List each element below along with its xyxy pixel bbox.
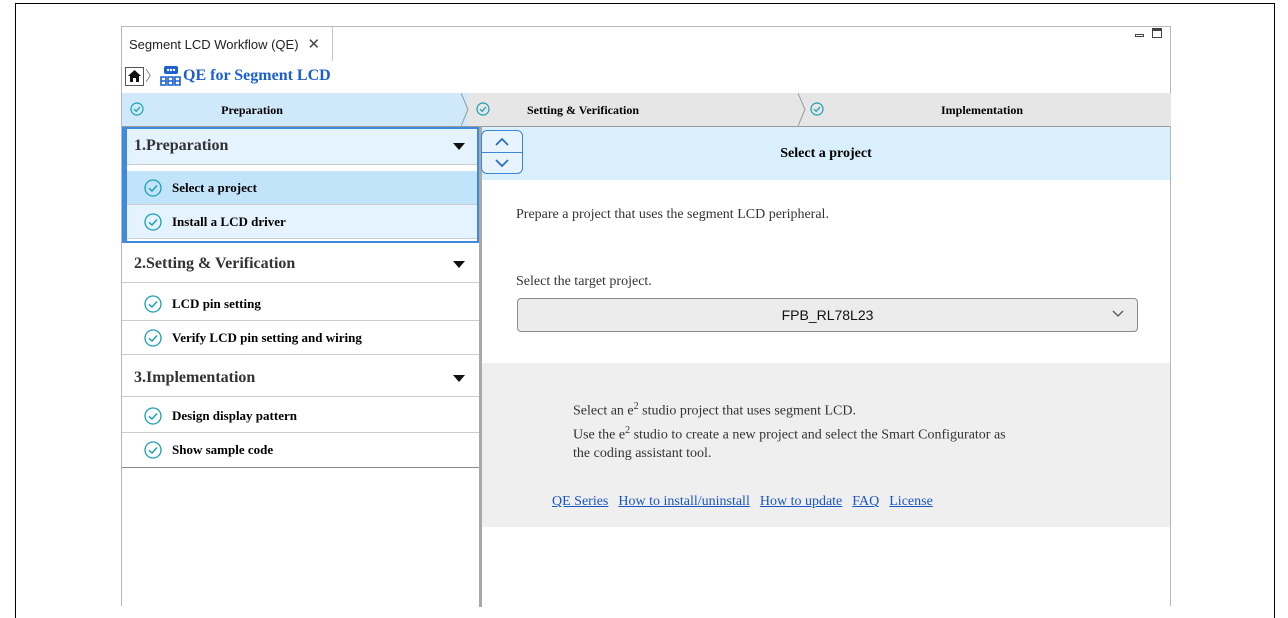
target-project-select[interactable]: FPB_RL78L23 <box>517 298 1138 332</box>
page-title: Select a project <box>780 145 872 161</box>
section-title: 3.Implementation <box>134 368 256 386</box>
step-implementation[interactable]: Implementation <box>802 93 1171 126</box>
content-header: Select a project <box>482 127 1170 180</box>
qe-view-window: Segment LCD Workflow (QE) ✕ 〉 QE for Seg… <box>121 26 1171 607</box>
info-text-line: studio to create a new project and selec… <box>630 427 1006 443</box>
check-circle-icon <box>144 328 162 347</box>
step-setting-verification[interactable]: Setting & Verification <box>468 93 802 126</box>
section-header-implementation[interactable]: 3.Implementation <box>122 359 479 397</box>
breadcrumb-separator: 〉 <box>145 68 159 84</box>
sidebar-item-show-sample-code[interactable]: Show sample code <box>122 433 479 467</box>
breadcrumb-title[interactable]: QE for Segment LCD <box>183 67 331 85</box>
info-text-line: Select an e <box>573 403 634 419</box>
sidebar-item-select-project[interactable]: Select a project <box>122 171 479 205</box>
step-description: Prepare a project that uses the segment … <box>516 207 829 222</box>
section-title: 1.Preparation <box>134 136 229 154</box>
help-links: QE Series How to install/uninstall How t… <box>552 494 933 510</box>
step-divider-icon <box>461 93 475 126</box>
link-how-to-update[interactable]: How to update <box>760 494 842 510</box>
home-icon <box>128 70 141 82</box>
sidebar-item-install-lcd-driver[interactable]: Install a LCD driver <box>122 205 479 239</box>
step-preparation[interactable]: Preparation <box>122 93 468 126</box>
section-header-preparation[interactable]: 1.Preparation <box>122 127 479 165</box>
chevron-up-icon <box>495 137 509 146</box>
step-divider-icon <box>798 93 806 126</box>
link-install-uninstall[interactable]: How to install/uninstall <box>618 494 749 510</box>
section-header-setting-verification[interactable]: 2.Setting & Verification <box>122 245 479 283</box>
sidebar-item-verify-lcd-pin[interactable]: Verify LCD pin setting and wiring <box>122 321 479 355</box>
info-text-line: studio project that uses segment LCD. <box>638 403 856 419</box>
info-box: Select an e2 studio project that uses se… <box>482 363 1170 527</box>
view-tab-title: Segment LCD Workflow (QE) <box>129 36 299 52</box>
close-icon[interactable]: ✕ <box>308 35 321 53</box>
next-step-button[interactable] <box>482 153 522 173</box>
sidebar-item-label: Install a LCD driver <box>172 213 286 229</box>
link-faq[interactable]: FAQ <box>852 494 879 510</box>
check-circle-icon <box>810 102 824 116</box>
target-project-label: Select the target project. <box>516 274 652 289</box>
section-title: 2.Setting & Verification <box>134 254 296 272</box>
sidebar-item-design-display-pattern[interactable]: Design display pattern <box>122 399 479 433</box>
info-text-line: the coding assistant tool. <box>573 446 712 462</box>
sidebar-item-lcd-pin-setting[interactable]: LCD pin setting <box>122 287 479 321</box>
check-circle-icon <box>144 441 162 459</box>
workflow-sidebar: 1.Preparation Select a project Install a… <box>122 127 482 607</box>
home-button[interactable] <box>125 66 144 86</box>
collapse-triangle-icon[interactable] <box>453 261 465 268</box>
check-circle-icon <box>144 406 162 425</box>
step-label: Implementation <box>941 103 1023 117</box>
selected-project: FPB_RL78L23 <box>781 307 874 323</box>
step-label: Preparation <box>221 103 283 117</box>
info-text: Select an e2 studio project that uses se… <box>573 397 1006 463</box>
view-tab[interactable]: Segment LCD Workflow (QE) ✕ <box>122 27 333 61</box>
sidebar-item-label: LCD pin setting <box>172 295 261 311</box>
segment-lcd-logo-icon <box>160 66 181 86</box>
check-circle-icon <box>144 178 162 197</box>
sidebar-divider <box>122 467 479 468</box>
link-qe-series[interactable]: QE Series <box>552 494 608 510</box>
sidebar-item-label: Select a project <box>172 179 257 195</box>
sidebar-item-label: Design display pattern <box>172 407 297 423</box>
chevron-down-icon <box>495 159 509 168</box>
check-circle-icon <box>144 294 162 313</box>
sidebar-item-label: Verify LCD pin setting and wiring <box>172 329 362 345</box>
window-controls <box>1135 28 1162 38</box>
collapse-triangle-icon[interactable] <box>453 375 465 382</box>
step-navigation <box>481 130 523 174</box>
content-panel: Select a project Prepare a project that … <box>481 127 1170 607</box>
info-text-line: Use the e <box>573 427 626 443</box>
collapse-triangle-icon[interactable] <box>453 143 465 150</box>
view-tab-bar: Segment LCD Workflow (QE) ✕ <box>122 27 1170 61</box>
step-label: Setting & Verification <box>527 103 639 117</box>
link-license[interactable]: License <box>889 494 933 510</box>
check-circle-icon <box>144 212 162 231</box>
sidebar-item-label: Show sample code <box>172 442 274 457</box>
chevron-down-icon <box>1112 310 1124 317</box>
maximize-icon[interactable] <box>1152 28 1162 38</box>
previous-step-button[interactable] <box>482 131 522 153</box>
breadcrumb: 〉 QE for Segment LCD <box>125 64 331 88</box>
check-circle-icon <box>130 102 144 116</box>
workflow-stepper: Preparation Setting & Verification Imple… <box>122 93 1171 127</box>
minimize-icon[interactable] <box>1135 33 1144 37</box>
